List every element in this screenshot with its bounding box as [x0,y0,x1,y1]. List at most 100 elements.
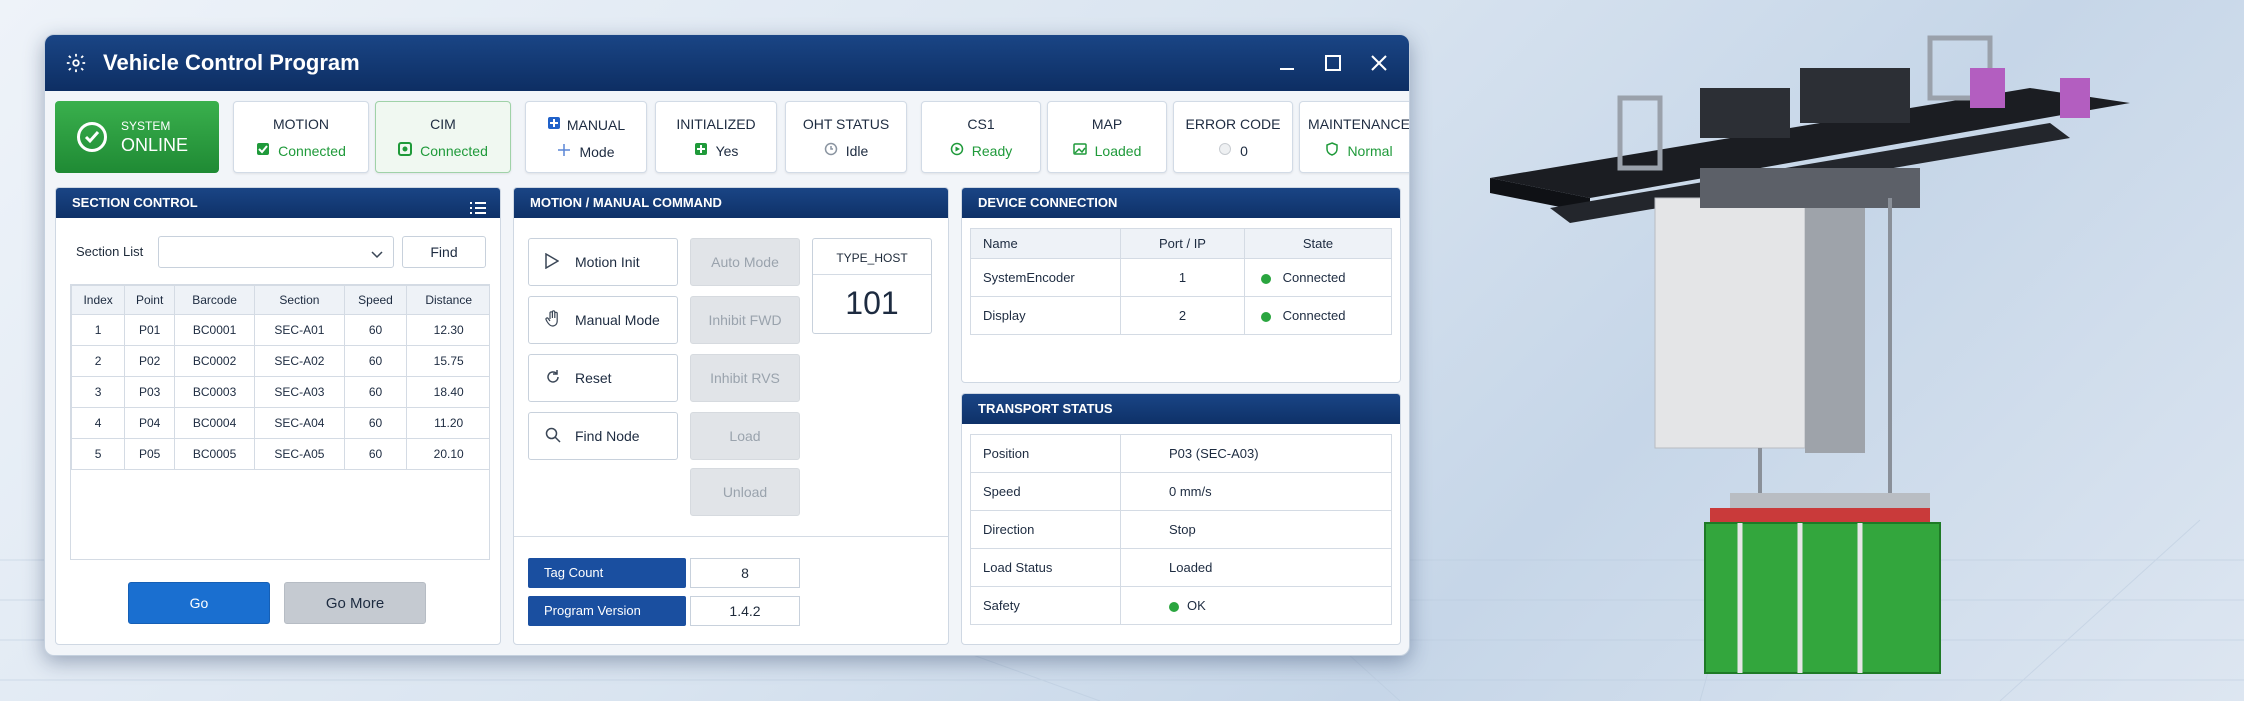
table-row[interactable]: Display 2 Connected [970,296,1392,335]
tile-title: OHT STATUS [802,116,890,132]
list-icon[interactable] [470,196,486,226]
status-dot-icon [1261,311,1271,322]
motion-header: MOTION / MANUAL COMMAND [514,188,948,218]
table-row[interactable]: 2 P02 BC0002 SEC-A02 60 15.75 [71,345,489,377]
transport-label: Safety [970,586,1121,625]
status-dot-icon [1218,142,1232,159]
table-cell: 60 [343,438,408,470]
find-node-button[interactable]: Find Node [528,412,678,460]
unload-button[interactable]: Unload [690,468,800,516]
button-label: Unload [722,484,768,500]
device-name: Display [970,296,1121,335]
gear-icon[interactable] [65,52,87,74]
type-host-value: 101 [845,285,899,321]
tile-oht-status: OHT STATUS Idle [785,101,907,173]
table-cell: 20.10 [406,438,489,470]
section-table-container: Index Point Barcode Section Speed Distance 1P… [70,284,490,560]
title-bar: Vehicle Control Program [45,35,1409,91]
button-label: Manual Mode [575,312,660,328]
transport-table: Position P03 (SEC-A03) Speed 0 mm/s Directio… [970,434,1392,625]
table-cell: 2 [71,345,126,377]
tile-value: Mode [579,143,615,160]
table-cell: P03 [124,376,175,408]
panel-title: MOTION / MANUAL COMMAND [530,195,722,210]
chevron-down-icon [371,247,383,265]
table-cell: 5 [71,438,126,470]
window-title: Vehicle Control Program [103,50,360,75]
tag-count-label: Tag Count [528,558,686,588]
table-cell: 18.40 [406,376,489,408]
inhibit-rvs-button[interactable]: Inhibit RVS [690,354,800,402]
transport-value: P03 (SEC-A03) [1169,446,1259,461]
device-state: Connected [1282,308,1346,323]
image-icon [1072,142,1087,159]
status-dot-icon [1169,601,1179,612]
table-row: Safety OK [970,586,1392,625]
table-row[interactable]: 3 P03 BC0003 SEC-A03 60 18.40 [71,376,489,408]
table-cell: BC0004 [173,407,256,439]
transport-label: Position [970,434,1121,473]
column-header: Name [970,228,1121,259]
type-host-label: TYPE_HOST [836,251,908,265]
table-cell: BC0005 [173,438,256,470]
tile-value: Ready [971,142,1013,159]
table-row[interactable]: 1 P01 BC0001 SEC-A01 60 12.30 [71,314,489,346]
reset-button[interactable]: Reset [528,354,678,402]
tile-map: MAP Loaded [1047,101,1167,173]
program-version-value: 1.4.2 [690,596,800,626]
tile-motion: MOTION Connected [233,101,369,173]
tile-value: Connected [420,142,488,159]
refresh-icon [545,369,561,388]
minimize-icon[interactable] [1277,53,1297,73]
manual-mode-button[interactable]: Manual Mode [528,296,678,344]
table-cell: SEC-A01 [254,314,345,346]
column-header: Index [71,285,126,315]
table-cell: 12.30 [406,314,489,346]
maximize-icon[interactable] [1323,53,1343,73]
status-row: SYSTEM ONLINE MOTION Connected CIM Conne… [55,101,1409,173]
auto-mode-button[interactable]: Auto Mode [690,238,800,286]
table-cell: 60 [343,345,408,377]
check-circle-icon [77,122,107,152]
device-name: SystemEncoder [970,258,1121,297]
tile-initialized: INITIALIZED Yes [655,101,777,173]
table-row: Speed 0 mm/s [970,472,1392,511]
table-row[interactable]: 5 P05 BC0005 SEC-A05 60 20.10 [71,438,489,470]
go-more-button[interactable]: Go More [284,582,426,624]
go-more-label: Go More [325,594,385,612]
table-cell: BC0002 [173,345,256,377]
tile-error-code: ERROR CODE 0 [1173,101,1293,173]
clock-icon [824,142,838,159]
motion-command-panel: MOTION / MANUAL COMMAND Motion Init Manu… [513,187,949,645]
transport-label: Load Status [970,548,1121,587]
play-icon [545,252,560,272]
close-icon[interactable] [1369,53,1389,73]
panel-title: DEVICE CONNECTION [978,195,1118,210]
section-control-panel: SECTION CONTROL Section List Find Index P… [55,187,501,645]
section-list-select[interactable] [158,236,394,268]
tile-value: Normal [1347,142,1393,159]
motion-init-button[interactable]: Motion Init [528,238,678,286]
load-button[interactable]: Load [690,412,800,460]
section-table: Index Point Barcode Section Speed Distance 1P… [71,285,489,470]
table-row: Position P03 (SEC-A03) [970,434,1392,473]
table-cell: 3 [71,376,126,408]
table-cell: P04 [124,407,175,439]
table-cell: BC0003 [173,376,256,408]
inhibit-fwd-button[interactable]: Inhibit FWD [690,296,800,344]
device-connection-panel: DEVICE CONNECTION Name Port / IP State S… [961,187,1401,383]
find-button[interactable]: Find [402,236,486,268]
table-cell: 60 [343,376,408,408]
tile-value: Yes [715,142,739,159]
type-host-box: TYPE_HOST 101 [812,238,932,334]
table-row[interactable]: SystemEncoder 1 Connected [970,258,1392,297]
find-label: Find [430,244,458,260]
hand-move-icon [557,143,571,160]
table-row[interactable]: 4 P04 BC0004 SEC-A04 60 11.20 [71,407,489,439]
section-list-label: Section List [76,244,144,259]
go-button[interactable]: Go [128,582,270,624]
table-cell: 60 [343,407,408,439]
panel-title: TRANSPORT STATUS [978,401,1113,416]
play-circle-icon [950,142,964,159]
table-row: Direction Stop [970,510,1392,549]
